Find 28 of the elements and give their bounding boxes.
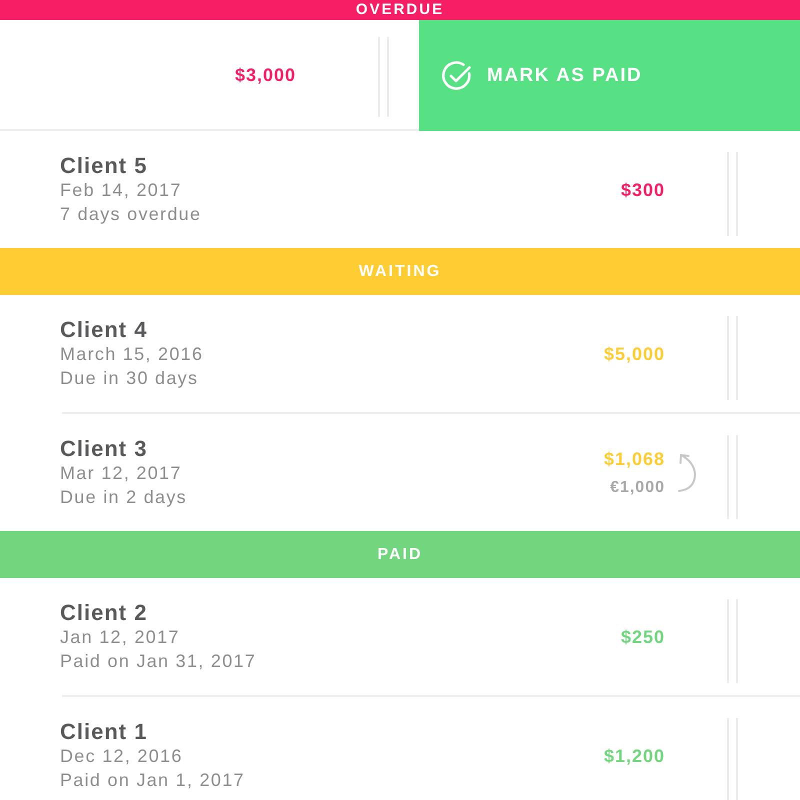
invoice-status: Paid on Jan 31, 2017 <box>60 650 256 673</box>
invoice-status: Paid on Jan 1, 2017 <box>60 769 245 792</box>
invoice-status: Due in 30 days <box>60 367 198 390</box>
client-name: Client 5 <box>60 154 148 178</box>
client-name: Client 1 <box>60 720 148 744</box>
invoice-date: March 15, 2016 <box>60 343 204 366</box>
section-header: PAID <box>0 531 800 578</box>
client-name: Client 2 <box>60 601 148 625</box>
client-name: Client 4 <box>60 318 148 342</box>
mark-as-paid-button[interactable]: MARK AS PAID <box>419 20 800 131</box>
amount-text: $300 <box>620 179 665 201</box>
section-header: OVERDUE <box>0 0 800 20</box>
invoice-date: Dec 12, 2016 <box>60 745 183 768</box>
invoice-date: Mar 12, 2017 <box>60 462 182 485</box>
amount-text: $3,000 <box>234 64 296 86</box>
invoice-status: 7 days overdue <box>60 203 202 226</box>
invoice-date: Jan 12, 2017 <box>60 626 180 649</box>
original-amount: €1,000 <box>610 478 665 498</box>
invoice-date: Feb 14, 2017 <box>60 179 182 202</box>
client-name: Client 3 <box>60 437 148 461</box>
amount-text: $250 <box>620 626 665 648</box>
check-circle-icon <box>442 60 472 90</box>
curved-arrow-icon <box>676 452 698 494</box>
amount-text: $1,200 <box>604 745 665 767</box>
amount-text: $1,068 <box>604 448 665 470</box>
section-header: WAITING <box>0 248 800 295</box>
invoice-status: Due in 2 days <box>60 486 187 509</box>
amount-text: $5,000 <box>604 343 665 365</box>
